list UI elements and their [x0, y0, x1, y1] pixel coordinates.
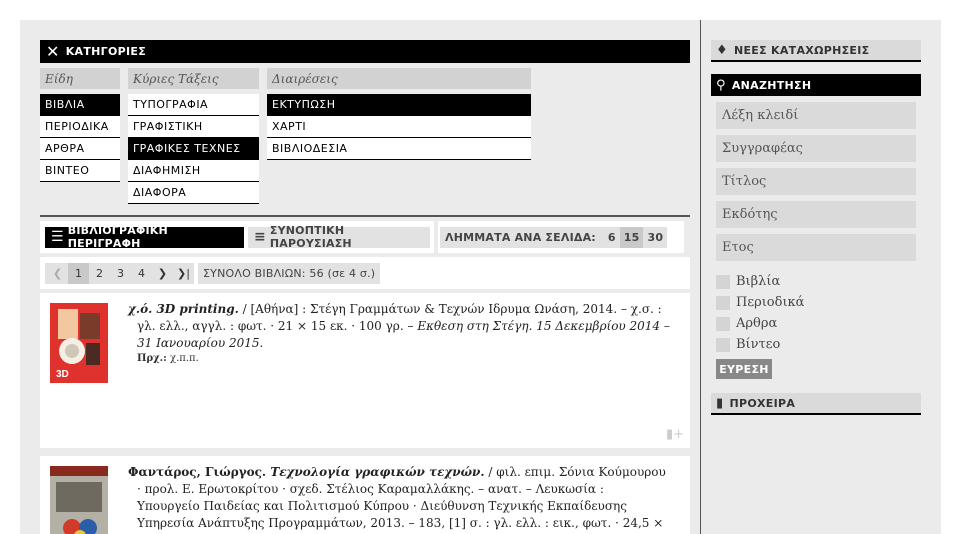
- category-item-videos[interactable]: ΒΙΝΤΕΟ: [40, 160, 120, 182]
- column-title: Είδη: [40, 68, 120, 89]
- category-item-binding[interactable]: ΒΙΒΛΙΟΔΕΣΙΑ: [267, 138, 531, 160]
- section-divider: [40, 215, 690, 217]
- sidebar: ♦ ΝΕΕΣ ΚΑΤΑΧΩΡΗΣΕΙΣ ⚲ ΑΝΑΖΗΤΗΣΗ Βιβλία Π…: [711, 40, 921, 415]
- price-value: χ.π.π.: [170, 353, 199, 364]
- categories-header[interactable]: ✕ ΚΑΤΗΓΟΡΙΕΣ: [40, 40, 690, 63]
- page-frame: ✕ ΚΑΤΗΓΟΡΙΕΣ Είδη ΒΙΒΛΙΑ ΠΕΡΙΟΔΙΚΑ ΑΡΘΡΑ…: [20, 20, 941, 534]
- checkbox[interactable]: [716, 295, 730, 310]
- clipboard-header[interactable]: ▮ ΠΡΟΧΕΙΡΑ: [711, 393, 921, 415]
- checkbox[interactable]: [716, 316, 730, 331]
- type-filters: Βιβλία Περιοδικά Αρθρα Βίντεο: [711, 271, 921, 355]
- book-record: 3D χ.ό. 3D printing. / [Αθήνα] : Στέγη Γ…: [40, 293, 690, 448]
- filter-videos[interactable]: Βίντεο: [716, 334, 921, 355]
- per-page-selector: ΛΗΜΜΑΤΑ ΑΝΑ ΣΕΛΙΔΑ: 6 15 30: [440, 226, 668, 248]
- page-link-1[interactable]: 1: [68, 262, 89, 284]
- view-mode-group: ☰ ΒΙΒΛΙΟΓΡΑΦΙΚΗ ΠΕΡΙΓΡΑΦΗ ≡ ΣΥΝΟΠΤΙΚΗ ΠΑ…: [40, 221, 434, 253]
- checkbox[interactable]: [716, 274, 730, 289]
- category-column-main-classes: Κύριες Τάξεις ΤΥΠΟΓΡΑΦΙΑ ΓΡΑΦΙΣΤΙΚΗ ΓΡΑΦ…: [128, 68, 259, 213]
- category-item-typography[interactable]: ΤΥΠΟΓΡΑΦΙΑ: [128, 94, 259, 116]
- category-item-graphic-arts[interactable]: ΓΡΑΦΙΚΕΣ ΤΕΧΝΕΣ: [128, 138, 259, 160]
- clipboard-label: ΠΡΟΧΕΙΡΑ: [729, 396, 796, 410]
- keyword-input[interactable]: [716, 102, 916, 129]
- record-author[interactable]: Φαντάρος, Γιώργος.: [128, 465, 266, 479]
- pagination: ❮ 1 2 3 4 ❯ ❯|: [45, 262, 194, 284]
- checkbox[interactable]: [716, 337, 730, 352]
- pin-icon: ♦: [716, 42, 728, 58]
- category-item-paper[interactable]: ΧΑΡΤΙ: [267, 116, 531, 138]
- page-link-2[interactable]: 2: [89, 263, 110, 284]
- filter-books[interactable]: Βιβλία: [716, 271, 921, 292]
- prev-page-icon[interactable]: ❮: [47, 263, 68, 284]
- record-description: Φαντάρος, Γιώργος. Τεχνολογία γραφικών τ…: [128, 464, 670, 534]
- per-page-option-15[interactable]: 15: [619, 226, 644, 248]
- column-divider: [700, 20, 701, 534]
- summary-view-label: ΣΥΝΟΠΤΙΚΗ ΠΑΡΟΥΣΙΑΣΗ: [269, 224, 352, 250]
- category-item-articles[interactable]: ΑΡΘΡΑ: [40, 138, 120, 160]
- search-icon: ⚲: [716, 77, 726, 93]
- search-header: ⚲ ΑΝΑΖΗΤΗΣΗ: [711, 74, 921, 96]
- author-input[interactable]: [716, 135, 916, 162]
- filter-label: Βιβλία: [736, 274, 781, 289]
- category-column-divisions: Διαιρέσεις ΕΚΤΥΠΩΣΗ ΧΑΡΤΙ ΒΙΒΛΙΟΔΕΣΙΑ: [267, 68, 531, 213]
- summary-view-button[interactable]: ≡ ΣΥΝΟΠΤΙΚΗ ΠΑΡΟΥΣΙΑΣΗ: [247, 224, 430, 250]
- new-entries-label: ΝΕΕΣ ΚΑΤΑΧΩΡΗΣΕΙΣ: [733, 43, 870, 57]
- clipboard-icon: ▮: [716, 395, 724, 411]
- page-link-3[interactable]: 3: [110, 263, 131, 284]
- svg-text:3D: 3D: [56, 369, 69, 380]
- book-record: Φαντάρος, Γιώργος. Τεχνολογία γραφικών τ…: [40, 456, 690, 534]
- filter-articles[interactable]: Αρθρα: [716, 313, 921, 334]
- filter-label: Βίντεο: [736, 337, 781, 352]
- record-author[interactable]: χ.ό.: [128, 302, 152, 316]
- find-button[interactable]: ΕΥΡΕΣΗ: [716, 359, 772, 379]
- title-input[interactable]: [716, 168, 916, 195]
- per-page-option-30[interactable]: 30: [643, 227, 667, 248]
- filter-periodicals[interactable]: Περιοδικά: [716, 292, 921, 313]
- main-column: ✕ ΚΑΤΗΓΟΡΙΕΣ Είδη ΒΙΒΛΙΑ ΠΕΡΙΟΔΙΚΑ ΑΡΘΡΑ…: [40, 40, 690, 534]
- list-icon: ☰: [51, 229, 64, 245]
- close-icon[interactable]: ✕: [46, 43, 60, 60]
- filter-label: Αρθρα: [736, 316, 778, 331]
- category-columns: Είδη ΒΙΒΛΙΑ ΠΕΡΙΟΔΙΚΑ ΑΡΘΡΑ ΒΙΝΤΕΟ Κύριε…: [40, 68, 690, 213]
- per-page-label: ΛΗΜΜΑΤΑ ΑΝΑ ΣΕΛΙΔΑ:: [445, 230, 596, 244]
- category-item-graphic-design[interactable]: ΓΡΑΦΙΣΤΙΚΗ: [128, 116, 259, 138]
- column-title: Διαιρέσεις: [267, 68, 531, 89]
- category-item-printing[interactable]: ΕΚΤΥΠΩΣΗ: [267, 94, 531, 116]
- per-page-option-6[interactable]: 6: [604, 227, 620, 248]
- total-books: ΣΥΝΟΛΟ ΒΙΒΛΙΩΝ: 56 (σε 4 σ.): [198, 262, 381, 284]
- new-entries-header[interactable]: ♦ ΝΕΕΣ ΚΑΤΑΧΩΡΗΣΕΙΣ: [711, 40, 921, 62]
- category-item-advertising[interactable]: ΔΙΑΦΗΜΙΣΗ: [128, 160, 259, 182]
- category-item-books[interactable]: ΒΙΒΛΙΑ: [40, 94, 120, 116]
- category-item-misc[interactable]: ΔΙΑΦΟΡΑ: [128, 182, 259, 204]
- record-description: χ.ό. 3D printing. / [Αθήνα] : Στέγη Γραμ…: [128, 301, 670, 352]
- publisher-input[interactable]: [716, 201, 916, 228]
- column-title: Κύριες Τάξεις: [128, 68, 259, 89]
- category-column-types: Είδη ΒΙΒΛΙΑ ΠΕΡΙΟΔΙΚΑ ΑΡΘΡΑ ΒΙΝΤΕΟ: [40, 68, 120, 213]
- book-cover-image[interactable]: [50, 466, 108, 534]
- record-title[interactable]: 3D printing.: [156, 302, 238, 316]
- bibliographic-view-label: ΒΙΒΛΙΟΓΡΑΦΙΚΗ ΠΕΡΙΓΡΑΦΗ: [67, 224, 168, 250]
- next-page-icon[interactable]: ❯: [152, 263, 173, 284]
- year-input[interactable]: [716, 234, 916, 261]
- cover-art-icon: [50, 466, 108, 534]
- price-label: Πρχ.:: [137, 353, 167, 364]
- record-price: Πρχ.: χ.π.π.: [137, 353, 199, 364]
- record-title[interactable]: Τεχνολογία γραφικών τεχνών.: [270, 465, 484, 479]
- page-link-4[interactable]: 4: [131, 263, 152, 284]
- bibliographic-view-button[interactable]: ☰ ΒΙΒΛΙΟΓΡΑΦΙΚΗ ΠΕΡΙΓΡΑΦΗ: [45, 224, 244, 250]
- filter-label: Περιοδικά: [736, 295, 805, 310]
- pager-bar: ❮ 1 2 3 4 ❯ ❯| ΣΥΝΟΛΟ ΒΙΒΛΙΩΝ: 56 (σε 4 …: [40, 257, 690, 289]
- book-cover-image[interactable]: 3D: [50, 303, 108, 383]
- last-page-icon[interactable]: ❯|: [173, 263, 194, 284]
- bookmark-add-icon[interactable]: ▮+: [666, 427, 684, 442]
- category-item-periodicals[interactable]: ΠΕΡΙΟΔΙΚΑ: [40, 116, 120, 138]
- lines-icon: ≡: [253, 229, 266, 245]
- search-label: ΑΝΑΖΗΤΗΣΗ: [731, 78, 812, 92]
- per-page-group: ΛΗΜΜΑΤΑ ΑΝΑ ΣΕΛΙΔΑ: 6 15 30: [438, 221, 684, 253]
- view-bar: ☰ ΒΙΒΛΙΟΓΡΑΦΙΚΗ ΠΕΡΙΓΡΑΦΗ ≡ ΣΥΝΟΠΤΙΚΗ ΠΑ…: [40, 221, 690, 253]
- categories-title: ΚΑΤΗΓΟΡΙΕΣ: [65, 45, 147, 58]
- cover-art-icon: 3D: [56, 309, 100, 380]
